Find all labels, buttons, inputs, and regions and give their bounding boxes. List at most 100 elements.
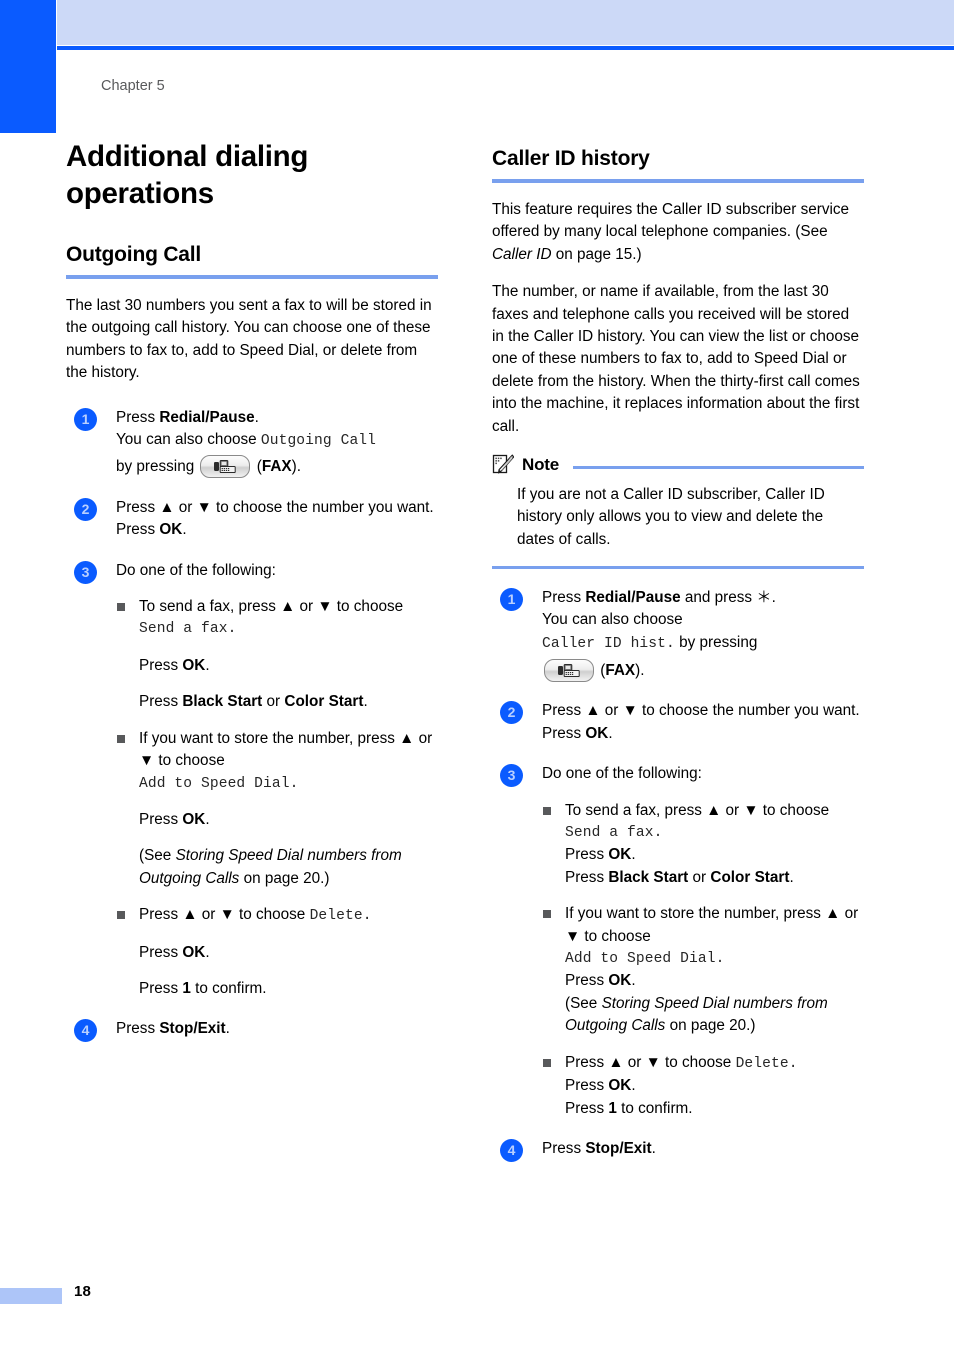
key-label-ok: OK: [608, 972, 632, 990]
bullet-sub-paragraph: Press OK.: [565, 844, 864, 866]
bullet-sub-paragraph: Press Black Start or Color Start.: [139, 691, 438, 713]
lcd-text-delete: Delete.: [309, 908, 372, 925]
bullet-text-fragment: .: [205, 810, 210, 828]
step-item: 2 Press ▲ or ▼ to choose the number you …: [492, 700, 864, 745]
step-number-badge: 4: [74, 1019, 97, 1043]
lcd-text-caller-id-hist: Caller ID hist.: [542, 635, 675, 652]
page-header-rule: [57, 46, 954, 50]
square-bullet-icon: [117, 603, 125, 612]
step-text-fragment: by pressing: [674, 633, 758, 651]
step-text-fragment: Do one of the following:: [542, 765, 702, 783]
bullet-sub-paragraph: Press OK.: [139, 655, 438, 677]
bullet-text-fragment: Press: [139, 943, 183, 961]
step-text: Do one of the following: To send a fax, …: [542, 763, 864, 1120]
outgoing-call-intro: The last 30 numbers you sent a fax to wi…: [66, 297, 432, 382]
key-label-ok: OK: [159, 521, 183, 539]
step-text-fragment: Press ▲ or ▼ to choose the number you wa…: [542, 702, 860, 720]
note-box: Note If you are not a Caller ID subscrib…: [492, 453, 864, 569]
lcd-text-outgoing-call: Outgoing Call: [260, 433, 377, 450]
step-text-fragment: ).: [291, 458, 301, 476]
step-text-fragment: .: [182, 521, 187, 539]
bullet-sub-paragraph: (See Storing Speed Dial numbers from Out…: [565, 993, 864, 1038]
note-bottom-rule: [492, 566, 864, 569]
bullet-text-fragment: Press ▲ or ▼ to choose: [565, 1053, 736, 1071]
step-text: Press ▲ or ▼ to choose the number you wa…: [116, 497, 438, 542]
bullet-text-fragment: Press: [565, 972, 609, 990]
lcd-text-delete: Delete.: [735, 1055, 798, 1072]
bullet-text-fragment: To send a fax, press ▲ or ▼ to choose: [565, 801, 830, 819]
key-label-one: 1: [182, 979, 191, 997]
bullet-text-fragment: To send a fax, press ▲ or ▼ to choose: [139, 598, 404, 616]
key-label-ok: OK: [608, 846, 632, 864]
bullet-item: Press ▲ or ▼ to choose Delete. Press OK.…: [542, 1052, 864, 1120]
step-text-fragment: You can also choose: [542, 611, 683, 629]
bullet-sub-paragraph: Press OK.: [565, 970, 864, 992]
note-header-rule: [572, 465, 864, 469]
bullet-text-fragment: Press: [565, 846, 609, 864]
footer-accent-block: [0, 1288, 62, 1304]
section-title-outgoing-call: Outgoing Call: [66, 243, 202, 266]
bullet-text-fragment: If you want to store the number, press ▲…: [139, 729, 433, 770]
step-text-fragment: Press: [542, 1139, 586, 1157]
bullet-text-fragment: Press: [565, 1077, 609, 1095]
step-text-fragment: Do one of the following:: [116, 561, 276, 579]
step-text: Press Redial/Pause and press ＊. You can …: [542, 587, 864, 683]
paragraph-fragment: on page 15.): [551, 245, 642, 263]
step-text: Do one of the following: To send a fax, …: [116, 560, 438, 1001]
key-label-redial-pause: Redial/Pause: [585, 588, 681, 606]
key-label-color-start: Color Start: [710, 868, 790, 886]
step-text-fragment: .: [608, 724, 613, 742]
bullet-text-fragment: .: [363, 693, 368, 711]
section-rule: [492, 179, 864, 183]
step-text-fragment: .: [651, 1139, 656, 1157]
bullet-text-fragment: Press: [139, 693, 183, 711]
key-label-ok: OK: [182, 656, 206, 674]
page-number: 18: [74, 1283, 92, 1300]
square-bullet-icon: [543, 1058, 551, 1067]
page-title: Additional dialing operations: [66, 140, 309, 210]
bullet-sub-paragraph: (See Storing Speed Dial numbers from Out…: [139, 845, 438, 890]
lcd-text-add-to-speed-dial: Add to Speed Dial.: [139, 775, 299, 792]
step-text-fragment: Press: [116, 408, 160, 426]
step-number-badge: 1: [74, 407, 97, 431]
key-label-one: 1: [608, 1099, 617, 1117]
step-item: 3 Do one of the following: To send a fax…: [66, 560, 438, 1001]
bullet-text-fragment: (See: [139, 847, 176, 865]
chapter-label: Chapter 5: [101, 78, 165, 94]
step-text-fragment: Press: [116, 1020, 160, 1038]
bullet-text-fragment: (See: [565, 994, 602, 1012]
step-text-fragment: Press: [116, 521, 160, 539]
key-label-stop-exit: Stop/Exit: [159, 1020, 226, 1038]
bullet-text-fragment: on page 20.): [239, 869, 330, 887]
paragraph-fragment: This feature requires the Caller ID subs…: [492, 201, 850, 241]
bullet-sub-paragraph: Press Black Start or Color Start.: [565, 867, 864, 889]
page-header-band: [57, 0, 954, 45]
fax-key-icon: [544, 659, 594, 682]
step-number-badge: 2: [500, 701, 523, 725]
bullet-text-fragment: If you want to store the number, press ▲…: [565, 905, 859, 945]
bullet-item: Press ▲ or ▼ to choose Delete. Press OK.…: [116, 904, 438, 1000]
step-number-badge: 2: [74, 497, 97, 521]
fax-key-icon: [200, 455, 251, 479]
right-column-head: Caller ID history: [492, 138, 864, 183]
bullet-text-fragment: Press: [139, 656, 183, 674]
key-label-fax: FAX: [261, 458, 292, 476]
bullet-sub-paragraph: Press OK.: [139, 942, 438, 964]
step-text-fragment: .: [254, 408, 259, 426]
section-rule: [66, 275, 438, 279]
bullet-text-fragment: Press: [565, 868, 609, 886]
step-number-badge: 3: [500, 764, 523, 788]
bullet-item: If you want to store the number, press ▲…: [116, 728, 438, 890]
bullet-text-fragment: on page 20.): [665, 1017, 756, 1035]
chapter-tab-block: [0, 0, 56, 133]
step-number-badge: 4: [500, 1138, 523, 1162]
step-text-fragment: and press ＊.: [680, 588, 776, 606]
note-header: Note: [492, 453, 864, 477]
bullet-text-fragment: .: [205, 943, 210, 961]
step-item: 1 Press Redial/Pause. You can also choos…: [66, 407, 438, 479]
square-bullet-icon: [543, 806, 551, 815]
key-label-black-start: Black Start: [182, 693, 263, 711]
step-text: Press ▲ or ▼ to choose the number you wa…: [542, 700, 864, 745]
bullet-item: To send a fax, press ▲ or ▼ to choose Se…: [116, 596, 438, 714]
key-label-ok: OK: [182, 943, 206, 961]
